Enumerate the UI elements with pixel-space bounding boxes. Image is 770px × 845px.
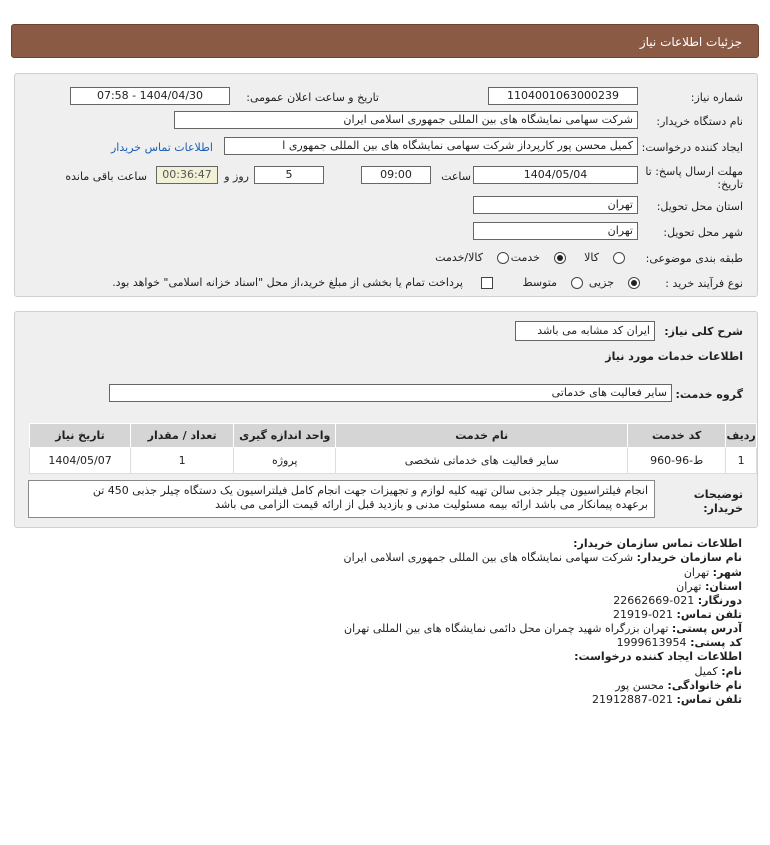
process-radio-minor[interactable] [628,277,640,289]
services-table: ردیف کد خدمت نام خدمت واحد اندازه گیری ت… [28,423,757,474]
announce-field: 1404/04/30 - 07:58 [70,87,230,105]
table-header-row: ردیف کد خدمت نام خدمت واحد اندازه گیری ت… [28,423,757,448]
buyer-notes-label: توضیحات [693,488,743,501]
buyer-address-row: آدرس پستی: تهران بزرگراه شهید چمران محل … [344,622,742,635]
buyer-address-row-label: آدرس پستی: [671,622,742,635]
buyer-phone-row-value: 021-21919 [613,608,674,621]
buyer-city-row-label: شهر: [712,566,742,579]
buyer-postal-row-value: 1999613954 [616,636,687,649]
category-option-goods-service: کالا/خدمت [435,251,483,264]
buyer-notes-label-2: خریدار: [703,502,743,515]
creator-label: ایجاد کننده درخواست: [641,141,743,154]
creator-family-row-value: محسن پور [615,679,664,692]
service-group-label: گروه خدمت: [675,388,743,401]
creator-contact-title: اطلاعات ایجاد کننده درخواست: [574,650,742,663]
city-label: شهر محل تحویل: [663,226,743,239]
cell-date: 1404/05/07 [28,447,132,474]
category-radio-goods-service[interactable] [497,252,509,264]
treasury-payment-checkbox[interactable] [481,277,493,289]
page-header: جزئیات اطلاعات نیاز [11,24,759,58]
process-radio-medium[interactable] [571,277,583,289]
process-option-minor: جزیی [588,276,614,289]
category-label: طبقه بندی موضوعی: [645,252,743,265]
cell-name: سایر فعالیت های خدماتی شخصی [335,447,629,474]
announce-label: تاریخ و ساعت اعلان عمومی: [246,91,379,104]
creator-phone-row-label: تلفن تماس: [676,693,742,706]
category-radio-goods[interactable] [613,252,625,264]
creator-name-row: نام: کمیل [695,665,742,678]
creator-field: کمیل محسن پور کارپرداز شرکت سهامی نمایشگ… [224,137,638,155]
buyer-phone-row: تلفن تماس: 021-21919 [613,608,742,621]
buyer-city-row: شهر: تهران [684,566,742,579]
category-radio-service[interactable] [554,252,566,264]
need-number-label: شماره نیاز: [690,91,743,104]
deadline-time-label: ساعت [441,170,471,183]
category-option-service: خدمت [510,251,540,264]
buyer-notes-line-2: برعهده پیمانکار می باشد ارائه بیمه مسئول… [215,498,648,511]
buyer-postal-row: کد پستی: 1999613954 [617,636,742,649]
page-title: جزئیات اطلاعات نیاز [639,35,742,49]
process-option-medium: متوسط [522,276,557,289]
need-summary-panel: شرح کلی نیاز: ایران کد مشابه می باشد اطل… [14,311,758,528]
buyer-org-label: نام دستگاه خریدار: [656,115,743,128]
table-row: 1 ط-96-960 سایر فعالیت های خدماتی شخصی پ… [28,447,757,474]
buyer-org-field: شرکت سهامی نمایشگاه های بین المللی جمهور… [174,111,638,129]
buyer-org-row: نام سازمان خریدار: شرکت سهامی نمایشگاه ه… [344,551,742,564]
buyer-phone-row-label: تلفن تماس: [676,608,742,621]
buyer-city-row-value: تهران [683,566,710,579]
summary-field: ایران کد مشابه می باشد [515,321,655,341]
category-option-goods: کالا [584,251,599,264]
col-qty-header: تعداد / مقدار [130,423,235,448]
treasury-payment-note: پرداخت تمام یا بخشی از مبلغ خرید،از محل … [112,276,463,289]
buyer-notes-box: انجام فیلتراسیون چیلر جذبی سالن تهیه کلی… [28,480,655,518]
cell-row: 1 [725,447,757,474]
city-field: تهران [473,222,638,240]
col-date-header: تاریخ نیاز [28,423,132,448]
service-group-field: سایر فعالیت های خدماتی [109,384,672,402]
remaining-label: ساعت باقی مانده [65,170,147,183]
buyer-province-row: استان: تهران [676,580,742,593]
buyer-province-row-value: تهران [676,580,702,593]
buyer-fax-row: دورنگار: 021-22662669 [613,594,742,607]
col-unit-header: واحد اندازه گیری [233,423,337,448]
creator-family-row-label: نام خانوادگی: [667,679,742,692]
col-name-header: نام خدمت [335,423,629,448]
province-field: تهران [473,196,638,214]
need-details-panel: شماره نیاز: 1104001063000239 تاریخ و ساع… [14,73,758,297]
services-title: اطلاعات خدمات مورد نیاز [605,350,743,363]
deadline-date-field: 1404/05/04 [473,166,638,184]
days-label: روز و [224,170,249,183]
buyer-fax-row-label: دورنگار: [697,594,742,607]
deadline-time-field: 09:00 [361,166,431,184]
col-code-header: کد خدمت [627,423,727,448]
buyer-province-row-label: استان: [705,580,742,593]
buyer-contact-link[interactable]: اطلاعات تماس خریدار [111,141,213,154]
buyer-org-row-label: نام سازمان خریدار: [636,551,742,564]
creator-phone-row: تلفن تماس: 021-21912887 [592,693,742,706]
need-number-field: 1104001063000239 [488,87,638,105]
col-row-header: ردیف [725,423,757,448]
buyer-contact-title: اطلاعات تماس سازمان خریدار: [573,537,742,550]
creator-name-row-value: کمیل [694,665,718,678]
creator-family-row: نام خانوادگی: محسن پور [615,679,742,692]
buyer-fax-row-value: 021-22662669 [613,594,695,607]
province-label: استان محل تحویل: [656,200,743,213]
creator-phone-row-value: 021-21912887 [592,693,674,706]
buyer-notes-line-1: انجام فیلتراسیون چیلر جذبی سالن تهیه کلی… [92,484,648,497]
creator-name-row-label: نام: [721,665,742,678]
days-field: 5 [254,166,324,184]
buyer-postal-row-label: کد پستی: [690,636,742,649]
buyer-org-row-value: شرکت سهامی نمایشگاه های بین المللی جمهور… [343,551,634,564]
cell-unit: پروژه [233,447,337,474]
deadline-label-date: تاریخ: [717,178,743,191]
buyer-address-row-value: تهران بزرگراه شهید چمران محل دائمی نمایش… [344,622,669,635]
deadline-label: مهلت ارسال پاسخ: تا [645,165,743,178]
summary-label: شرح کلی نیاز: [664,325,743,338]
remaining-time-field: 00:36:47 [156,166,218,184]
cell-qty: 1 [130,447,235,474]
cell-code: ط-96-960 [627,447,727,474]
process-label: نوع فرآیند خرید : [665,277,743,290]
